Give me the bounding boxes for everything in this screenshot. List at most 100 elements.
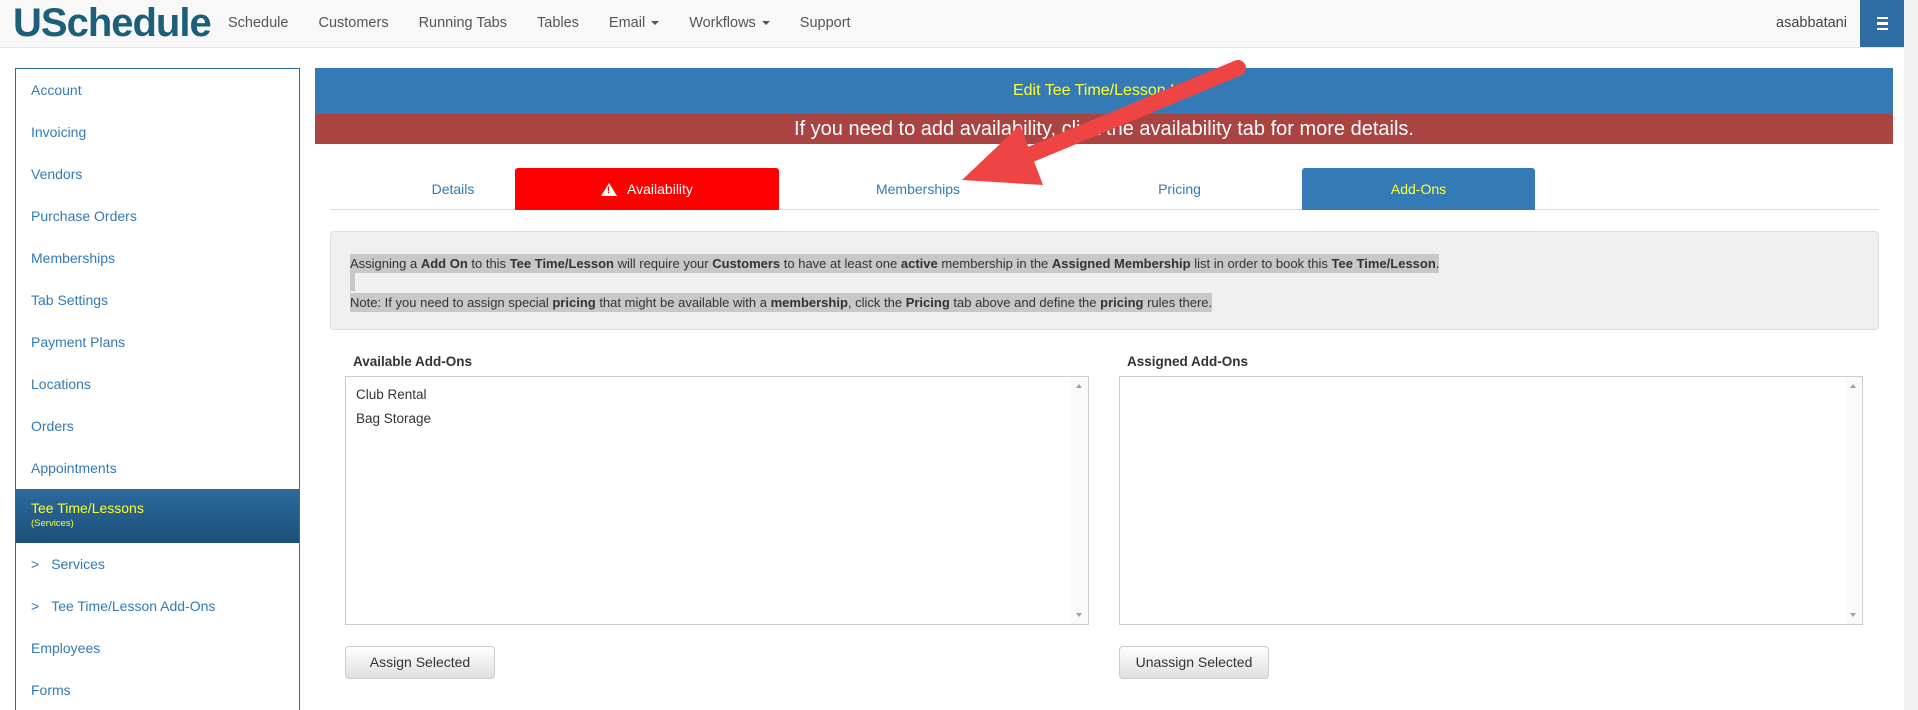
info-text-segment: . xyxy=(1435,256,1440,271)
info-text-segment: active xyxy=(900,256,938,271)
sidebar-item-label: Tab Settings xyxy=(31,292,109,308)
nav-tables[interactable]: Tables xyxy=(537,15,579,31)
info-text-segment: tab above and define the xyxy=(949,295,1101,310)
sidebar-item-label: Orders xyxy=(31,418,74,434)
scroll-up-icon[interactable] xyxy=(1850,384,1856,388)
info-text-segment: Tee Time/Lesson xyxy=(1331,256,1436,271)
info-text-segment: will require your xyxy=(613,256,713,271)
sidebar-item-locations[interactable]: Locations xyxy=(16,363,299,405)
info-text-segment: Pricing xyxy=(905,295,950,310)
info-text-segment: Add On xyxy=(420,256,468,271)
available-addons-label: Available Add-Ons xyxy=(353,354,473,369)
assign-selected-button[interactable]: Assign Selected xyxy=(345,646,495,679)
tab-pricing[interactable]: Pricing xyxy=(1057,168,1302,210)
info-text-segment: to have at least one xyxy=(780,256,901,271)
sidebar-item-employees[interactable]: Employees xyxy=(16,627,299,669)
scroll-down-icon[interactable] xyxy=(1076,613,1082,617)
sidebar-item-label: Appointments xyxy=(31,460,117,476)
brand-logo[interactable]: USchedule xyxy=(13,0,212,46)
sidebar-item-label: Memberships xyxy=(31,250,116,266)
sidebar-item-sublabel: (Services) xyxy=(31,518,74,529)
info-text-segment: , click the xyxy=(847,295,906,310)
page-scrollbar[interactable] xyxy=(1904,0,1918,710)
info-text-segment: pricing xyxy=(552,295,596,310)
sidebar-item-orders[interactable]: Orders xyxy=(16,405,299,447)
availability-alert: If you need to add availability, click t… xyxy=(315,114,1893,144)
list-option[interactable]: Club Rental xyxy=(346,383,1088,407)
available-addons-list[interactable]: Club Rental Bag Storage xyxy=(345,376,1089,625)
info-text-segment: Assigning a xyxy=(350,256,421,271)
sidebar-item-account[interactable]: Account xyxy=(16,69,299,111)
nav-support[interactable]: Support xyxy=(800,15,851,31)
info-text-pricing-note: Note: If you need to assign special pric… xyxy=(350,293,1213,312)
sidebar-item-label: Tee Time/Lesson Add-Ons xyxy=(51,598,216,614)
caret-down-icon xyxy=(651,21,660,26)
page-title: Edit Tee Time/Lesson List xyxy=(315,68,1893,114)
info-panel: Assigning a Add On to this Tee Time/Less… xyxy=(330,231,1879,330)
tab-bar: Details Availability Memberships Pricing Add… xyxy=(330,168,1879,210)
list-scrollbar[interactable] xyxy=(1071,377,1088,624)
assigned-addons-label: Assigned Add-Ons xyxy=(1127,354,1249,369)
nav-workflows[interactable]: Workflows xyxy=(689,15,770,31)
nav-label: Tables xyxy=(537,15,579,31)
list-scrollbar[interactable] xyxy=(1845,377,1862,624)
tab-label: Memberships xyxy=(875,181,961,197)
info-text-segment: membership xyxy=(770,295,848,310)
hamburger-menu-icon[interactable] xyxy=(1860,0,1904,47)
sidebar-item-invoicing[interactable]: Invoicing xyxy=(16,111,299,153)
tab-label: Add-Ons xyxy=(1390,181,1447,197)
sidebar-item-payment-plans[interactable]: Payment Plans xyxy=(16,321,299,363)
nav-email[interactable]: Email xyxy=(608,15,660,31)
sidebar-item-services[interactable]: > Services xyxy=(16,543,299,585)
sidebar-item-tee-time-lesson-add-ons[interactable]: > Tee Time/Lesson Add-Ons xyxy=(16,585,299,627)
sidebar-item-tab-settings[interactable]: Tab Settings xyxy=(16,279,299,321)
nav-label: Running Tabs xyxy=(418,15,507,31)
top-navbar: USchedule Schedule Customers Running Tabs T… xyxy=(0,0,1918,48)
sidebar-item-label: Account xyxy=(31,82,82,98)
sidebar-item-label: Employees xyxy=(31,640,101,656)
sidebar-item-label: Services xyxy=(51,556,105,572)
scroll-down-icon[interactable] xyxy=(1850,613,1856,617)
info-text-segment: rules there. xyxy=(1143,295,1213,310)
sub-item-marker: > xyxy=(31,598,40,614)
info-text-segment: Note: If you need to assign special xyxy=(350,295,553,310)
info-text-segment: pricing xyxy=(1100,295,1144,310)
sidebar-item-label: Purchase Orders xyxy=(31,208,137,224)
nav-label: Customers xyxy=(318,15,389,31)
info-text-segment: membership in the xyxy=(937,256,1052,271)
sidebar-item-label: Vendors xyxy=(31,166,83,182)
assigned-addons-list[interactable] xyxy=(1119,376,1863,625)
nav-customers[interactable]: Customers xyxy=(318,15,388,31)
sidebar-item-appointments[interactable]: Appointments xyxy=(16,447,299,489)
nav-label: Email xyxy=(608,15,646,31)
nav-label: Workflows xyxy=(689,15,756,31)
caret-down-icon xyxy=(761,21,770,26)
sidebar-item-label: Tee Time/Lessons xyxy=(31,500,144,516)
sidebar-item-vendors[interactable]: Vendors xyxy=(16,153,299,195)
sidebar-item-purchase-orders[interactable]: Purchase Orders xyxy=(16,195,299,237)
sidebar-item-label: Payment Plans xyxy=(31,334,126,350)
tab-availability[interactable]: Availability xyxy=(515,168,779,210)
scroll-up-icon[interactable] xyxy=(1076,384,1082,388)
user-menu[interactable]: asabbatani xyxy=(1776,15,1847,31)
sidebar-item-tee-time-lessons[interactable]: Tee Time/Lessons (Services) xyxy=(16,489,299,543)
nav-label: Support xyxy=(799,15,851,31)
unassign-selected-button[interactable]: Unassign Selected xyxy=(1119,646,1269,679)
sidebar-item-forms[interactable]: Forms xyxy=(16,669,299,710)
list-option[interactable]: Bag Storage xyxy=(346,407,1088,431)
info-text-segment: Assigned Membership xyxy=(1051,256,1191,271)
info-text-segment: to this xyxy=(467,256,510,271)
sub-item-marker: > xyxy=(31,556,40,572)
sidebar-item-memberships[interactable]: Memberships xyxy=(16,237,299,279)
nav-schedule[interactable]: Schedule xyxy=(228,15,288,31)
sidebar-item-label: Forms xyxy=(31,682,71,698)
sidebar: Account Invoicing Vendors Purchase Orders Me… xyxy=(15,68,300,710)
tab-label: Details xyxy=(431,181,475,197)
sidebar-item-label: Invoicing xyxy=(31,124,87,140)
nav-running-tabs[interactable]: Running Tabs xyxy=(419,15,507,31)
info-text-segment: that might be available with a xyxy=(595,295,771,310)
tab-label: Pricing xyxy=(1158,181,1201,197)
tab-memberships[interactable]: Memberships xyxy=(779,168,1057,210)
tab-add-ons[interactable]: Add-Ons xyxy=(1302,168,1535,210)
info-text-assign: Assigning a Add On to this Tee Time/Less… xyxy=(350,254,1440,273)
